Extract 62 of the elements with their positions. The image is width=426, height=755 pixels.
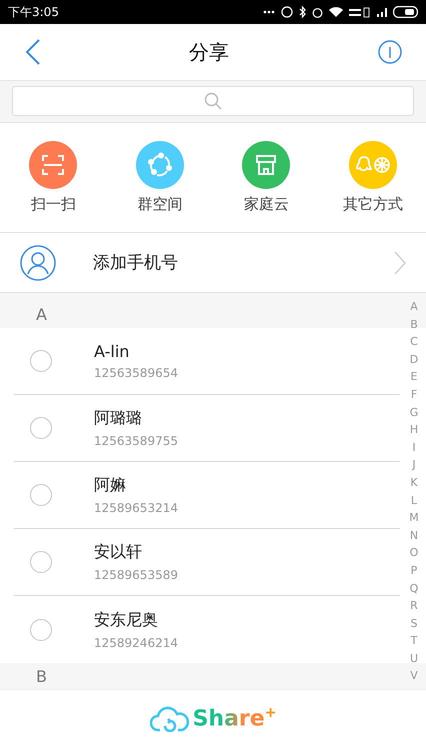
contact-phone: 12563589654 (94, 366, 178, 380)
index-letter[interactable]: C (408, 333, 420, 351)
cloud-upload-icon (150, 706, 190, 732)
search-icon (204, 92, 222, 110)
index-letter[interactable]: D (408, 350, 420, 368)
share-option[interactable]: 扫一扫 (0, 141, 106, 214)
index-letter[interactable]: Q (408, 580, 420, 598)
index-letter[interactable]: K (408, 474, 420, 492)
index-letter[interactable]: U (408, 650, 420, 668)
contact-phone: 12589653589 (94, 568, 178, 582)
chat-and-ball-icon (356, 155, 390, 175)
index-letter[interactable]: N (408, 526, 420, 544)
radio-button[interactable] (30, 350, 52, 372)
index-letter[interactable]: R (408, 597, 420, 615)
contact-name: 安东尼奥 (94, 610, 159, 630)
radio-button[interactable] (30, 551, 52, 573)
contact-name: 阿嫲 (94, 475, 127, 496)
section-letter: A (36, 305, 47, 324)
index-letter[interactable]: T (408, 632, 420, 650)
index-letter[interactable]: O (408, 544, 420, 562)
status-time: 下午3:05 (8, 4, 59, 20)
section-letter: B (36, 667, 47, 686)
index-letter[interactable]: M (408, 509, 420, 527)
contact-name: A-lin (94, 342, 130, 361)
index-letter[interactable]: B (408, 316, 420, 334)
index-letter[interactable]: G (408, 404, 420, 422)
battery-icon (393, 6, 418, 18)
index-letter[interactable]: S (408, 614, 420, 632)
bluetooth-icon (299, 6, 306, 18)
contact-phone: 12563589755 (94, 434, 178, 448)
index-letter[interactable]: V (408, 667, 420, 686)
search-field[interactable] (12, 86, 414, 116)
contact-phone: 12589246214 (94, 636, 178, 650)
back-icon[interactable] (26, 39, 40, 65)
index-letter[interactable]: H (408, 421, 420, 439)
info-icon[interactable] (378, 40, 402, 64)
index-letter[interactable]: J (408, 456, 420, 474)
radio-button[interactable] (30, 417, 52, 439)
index-letter[interactable]: A (408, 298, 420, 316)
chevron-right-icon (394, 250, 406, 274)
index-letter[interactable]: F (408, 386, 420, 404)
radio-button[interactable] (30, 484, 52, 506)
share-option[interactable]: 家庭云 (213, 141, 320, 214)
scan-icon (41, 153, 66, 177)
ring-icon (281, 6, 293, 18)
circular-nodes-icon (146, 152, 173, 178)
share-option[interactable]: 群空间 (106, 141, 213, 214)
contact-name: 阿璐璐 (94, 408, 143, 429)
add-phone-label: 添加手机号 (93, 252, 179, 274)
index-letter[interactable]: L (408, 492, 420, 510)
share-option[interactable]: 其它方式 (320, 141, 426, 214)
more-icon (263, 10, 275, 14)
index-letter[interactable]: P (408, 562, 420, 580)
house-icon (254, 153, 278, 177)
page-title: 分享 (189, 38, 229, 66)
wifi-icon (329, 7, 343, 17)
contact-phone: 12589653214 (94, 501, 178, 515)
contact-name: 安以轩 (94, 542, 143, 563)
person-icon (20, 244, 56, 280)
index-letter[interactable]: E (408, 368, 420, 386)
radio-button[interactable] (30, 618, 52, 640)
index-letter[interactable]: I (408, 438, 420, 456)
